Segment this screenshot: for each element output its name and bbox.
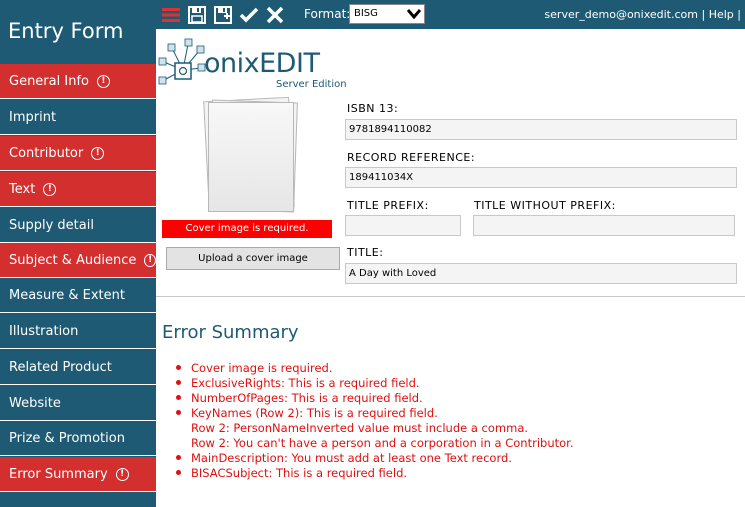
sidebar-item-general-info[interactable]: General Info ! [0, 64, 156, 99]
title-prefix-input[interactable] [345, 215, 461, 236]
bullet-icon [176, 380, 181, 385]
title-prefix-label: TITLE PREFIX: [347, 199, 429, 212]
account-links: server_demo@onixedit.com | Help | [544, 8, 741, 21]
sidebar-item-label: Supply detail [9, 217, 94, 233]
title-input[interactable]: A Day with Loved [345, 263, 737, 284]
sidebar-item-website[interactable]: Website [0, 386, 156, 421]
bullet-icon [176, 455, 181, 460]
error-icon: ! [96, 74, 110, 88]
title-without-prefix-label: TITLE WITHOUT PREFIX: [474, 199, 616, 212]
sidebar-item-error-summary[interactable]: Error Summary ! [0, 457, 156, 492]
record-reference-input[interactable]: 189411034X [345, 167, 737, 188]
error-text: ExclusiveRights: This is a required fiel… [191, 376, 420, 390]
error-text: KeyNames (Row 2): This is a required fie… [191, 406, 438, 420]
chevron-down-icon [406, 7, 422, 22]
format-select[interactable]: BISG [349, 4, 425, 24]
logo-wordmark: onixEDIT [204, 48, 320, 79]
section-divider [156, 296, 745, 297]
sidebar-item-imprint[interactable]: Imprint [0, 100, 156, 135]
logo-text-bold: EDIT [259, 48, 320, 79]
bullet-icon [176, 395, 181, 400]
error-item-detail: Row 2: You can't have a person and a cor… [176, 436, 574, 451]
error-text: Cover image is required. [191, 361, 333, 375]
sidebar: Entry Form General Info ! Imprint Contri… [0, 0, 156, 507]
logo-text-light: onix [204, 48, 260, 79]
sidebar-item-label: Measure & Extent [9, 287, 125, 303]
error-item: NumberOfPages: This is a required field. [176, 391, 574, 406]
sidebar-item-related-product[interactable]: Related Product [0, 350, 156, 385]
error-icon: ! [91, 146, 105, 160]
save-as-icon[interactable] [212, 4, 233, 25]
link-separator: | [701, 8, 706, 21]
cover-error-message: Cover image is required. [162, 220, 332, 238]
error-icon: ! [115, 467, 129, 481]
error-text: MainDescription: You must add at least o… [191, 451, 512, 465]
error-item: Cover image is required. [176, 361, 574, 376]
sidebar-item-supply-detail[interactable]: Supply detail [0, 208, 156, 243]
error-text: NumberOfPages: This is a required field. [191, 391, 423, 405]
sidebar-item-label: Subject & Audience [9, 252, 137, 268]
menu-icon[interactable] [160, 4, 181, 25]
error-item: BISACSubject: This is a required field. [176, 466, 574, 481]
record-reference-label: RECORD REFERENCE: [347, 151, 476, 164]
title-label: TITLE: [347, 246, 384, 259]
sidebar-item-label: Error Summary [9, 466, 108, 482]
error-summary-title: Error Summary [162, 322, 299, 343]
bullet-icon [176, 470, 181, 475]
sidebar-title: Entry Form [8, 19, 124, 43]
bullet-icon [176, 365, 181, 370]
toolbar: Format: BISG server_demo@onixedit.com | … [156, 0, 745, 29]
isbn-input[interactable]: 9781894110082 [345, 119, 737, 140]
sidebar-item-measure-extent[interactable]: Measure & Extent [0, 278, 156, 313]
onixedit-logo: onixEDIT Server Edition [158, 36, 348, 96]
sidebar-item-label: Website [9, 395, 61, 411]
save-icon[interactable] [186, 4, 207, 25]
error-item: ExclusiveRights: This is a required fiel… [176, 376, 574, 391]
error-text: Row 2: You can't have a person and a cor… [191, 436, 574, 450]
error-icon: ! [144, 253, 156, 267]
sidebar-item-label: Illustration [9, 323, 79, 339]
logo-subtitle: Server Edition [276, 79, 347, 90]
isbn-label: ISBN 13: [347, 102, 399, 115]
help-link[interactable]: Help [709, 8, 734, 21]
sidebar-item-label: General Info [9, 73, 89, 89]
error-item: MainDescription: You must add at least o… [176, 451, 574, 466]
sidebar-item-label: Text [9, 181, 36, 197]
sidebar-item-label: Prize & Promotion [9, 430, 125, 446]
sidebar-item-illustration[interactable]: Illustration [0, 314, 156, 349]
link-separator: | [737, 8, 741, 21]
error-icon: ! [43, 182, 57, 196]
sidebar-item-prize-promotion[interactable]: Prize & Promotion [0, 421, 156, 456]
sidebar-item-label: Contributor [9, 145, 84, 161]
sidebar-item-label: Imprint [9, 109, 57, 125]
cover-placeholder [203, 96, 300, 217]
format-label: Format: [304, 7, 351, 21]
error-text: BISACSubject: This is a required field. [191, 466, 408, 480]
sidebar-item-subject-audience[interactable]: Subject & Audience ! [0, 243, 156, 278]
title-without-prefix-input[interactable] [473, 215, 735, 236]
bullet-icon [176, 410, 181, 415]
sidebar-item-label: Related Product [9, 359, 112, 375]
error-list: Cover image is required. ExclusiveRights… [176, 361, 574, 481]
error-text: Row 2: PersonNameInverted value must inc… [191, 421, 529, 435]
logo-network-icon [158, 38, 206, 85]
upload-cover-button[interactable]: Upload a cover image [166, 247, 340, 270]
sidebar-item-contributor[interactable]: Contributor ! [0, 136, 156, 171]
cover-page-front [208, 102, 294, 212]
close-icon[interactable] [264, 4, 285, 25]
user-email-link[interactable]: server_demo@onixedit.com [544, 8, 698, 21]
sidebar-item-text[interactable]: Text ! [0, 172, 156, 207]
check-icon[interactable] [238, 4, 259, 25]
error-item-detail: Row 2: PersonNameInverted value must inc… [176, 421, 574, 436]
format-select-value: BISG [354, 8, 378, 19]
error-item: KeyNames (Row 2): This is a required fie… [176, 406, 574, 421]
